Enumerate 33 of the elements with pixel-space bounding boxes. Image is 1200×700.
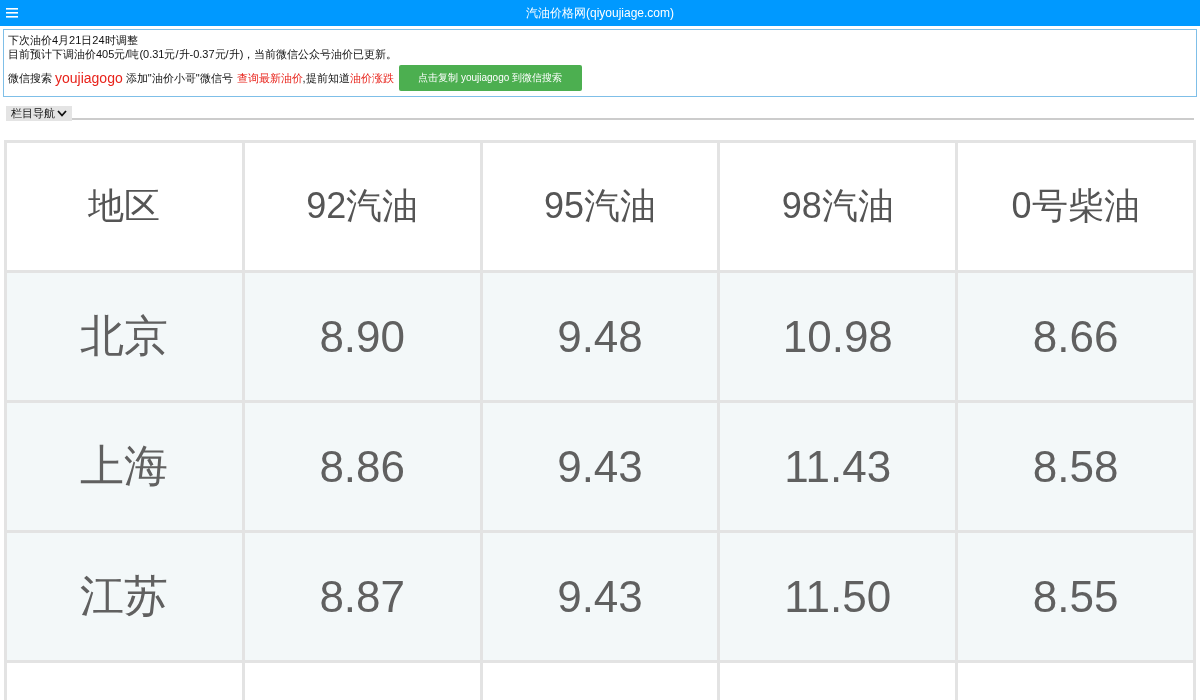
price-trend-link[interactable]: 油价涨跌 xyxy=(349,71,394,85)
price-cell: 8.66 xyxy=(956,271,1195,402)
price-forecast-text: 目前预计下调油价405元/吨(0.31元/升-0.37元/升)，当前微信公众号油价已更新。 xyxy=(8,47,399,61)
price-cell: 8.87 xyxy=(243,531,482,662)
site-title: 汽油价格网(qiyoujiage.com) xyxy=(525,4,674,22)
region-cell: 江苏 xyxy=(5,531,244,662)
adjustment-date-text: 下次油价4月21日24时调整 xyxy=(8,33,139,47)
chevron-icon xyxy=(57,110,67,117)
price-cell: 8.86 xyxy=(243,401,482,532)
column-header: 95汽油 xyxy=(481,141,719,272)
price-cell: 8.55 xyxy=(956,531,1195,662)
price-cell: 9.43 xyxy=(481,531,719,662)
column-header: 0号柴油 xyxy=(956,141,1195,272)
copy-button[interactable]: 点击复制 youjiagogo 到微信搜索 xyxy=(398,65,582,91)
promo-text: 添加"油价小哥"微信号 xyxy=(125,71,233,85)
price-cell: 8.90 xyxy=(243,271,482,402)
column-header: 92汽油 xyxy=(243,141,482,272)
column-header: 地区 xyxy=(5,141,244,272)
promo-text: ,提前知道 xyxy=(302,71,350,85)
promo-text: 微信搜索 xyxy=(8,71,52,85)
price-cell: 11.50 xyxy=(718,531,957,662)
price-cell: 11.43 xyxy=(718,401,957,532)
wechat-id: youjiagogo xyxy=(55,71,123,85)
latest-price-link[interactable]: 查询最新油价 xyxy=(236,71,303,85)
nav-toggle[interactable]: 栏目导航 xyxy=(6,106,72,121)
menu-icon[interactable] xyxy=(6,8,18,18)
price-cell: 8.58 xyxy=(956,401,1195,532)
price-cell: 9.43 xyxy=(481,401,719,532)
price-cell: 9.48 xyxy=(481,271,719,402)
price-cell: 10.98 xyxy=(718,271,957,402)
region-cell: 北京 xyxy=(5,271,244,402)
column-header: 98汽油 xyxy=(718,141,957,272)
region-cell: 上海 xyxy=(5,401,244,532)
